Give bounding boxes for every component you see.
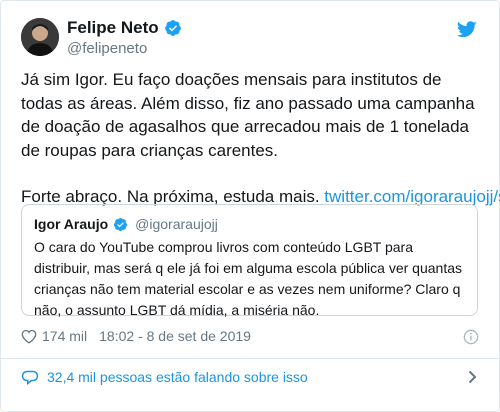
quoted-author-handle: @igoraraujojj [135,216,218,232]
avatar[interactable] [21,18,59,56]
twitter-bird-icon[interactable] [456,21,477,43]
like-count[interactable]: 174 mil [42,328,87,344]
tweet-meta-row: 174 mil 18:02 - 8 de set de 2019 [21,328,251,344]
tweet-timestamp[interactable]: 18:02 - 8 de set de 2019 [99,328,251,344]
tweet-text: Já sim Igor. Eu faço doações mensais par… [21,68,500,209]
conversation-count-text[interactable]: 32,4 mil pessoas estão falando sobre iss… [47,369,308,385]
info-icon[interactable] [463,329,479,350]
heart-icon[interactable] [21,329,37,344]
speech-bubble-icon [21,369,39,386]
tweet-card: Felipe Neto @felipeneto Já sim Igor. Eu … [0,0,500,412]
conversation-link[interactable]: 32,4 mil pessoas estão falando sobre iss… [1,359,499,395]
author-handle[interactable]: @felipeneto [67,40,147,58]
quoted-tweet-header: Igor Araujo @igoraraujojj [34,216,218,232]
tweet-paragraph-1: Já sim Igor. Eu faço doações mensais par… [21,70,480,160]
author-name-row[interactable]: Felipe Neto [67,18,182,38]
quoted-tweet[interactable]: Igor Araujo @igoraraujojj O cara do YouT… [21,204,478,318]
chevron-right-icon[interactable] [468,370,477,389]
quoted-author-name: Igor Araujo [34,216,109,232]
quoted-verified-badge-icon [113,217,128,232]
quoted-tweet-text: O cara do YouTube comprou livros com con… [34,239,462,318]
verified-badge-icon [164,19,182,37]
author-name[interactable]: Felipe Neto [67,18,159,38]
